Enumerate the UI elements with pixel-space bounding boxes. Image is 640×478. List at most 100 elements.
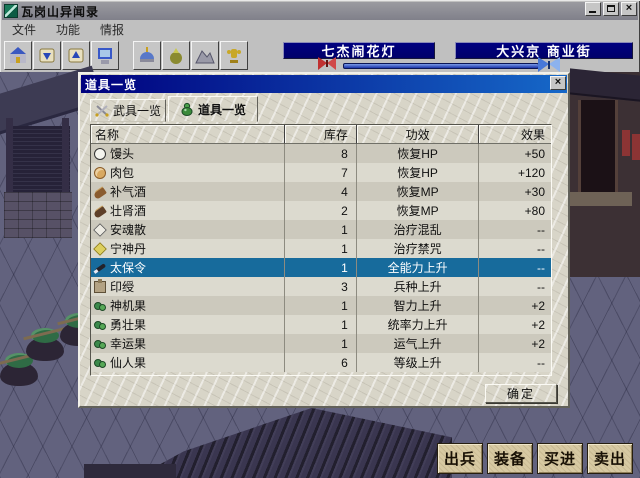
table-row[interactable]: 仙人果 6 等级上升 -- [91, 353, 551, 372]
tab-weapons[interactable]: 武具一览 [90, 99, 166, 122]
game-window: 瓦岗山异闻录 × 文件 功能 情报 七杰闹花灯 大兴京 商业街 道具一览 × 武… [0, 0, 640, 478]
item-effect-cell: 恢复HP [357, 163, 480, 182]
toolbar-scroll-out-button[interactable] [62, 41, 90, 70]
item-value-cell: +2 [531, 317, 546, 332]
shed-interior [8, 126, 70, 198]
item-name-cell: 勇壮果 [91, 315, 286, 334]
item-effect-cell: 恢复HP [357, 144, 480, 163]
toolbar-castle-button[interactable] [4, 41, 32, 70]
fruit-icon [94, 338, 106, 350]
table-row[interactable]: 宁神丹 1 治疗禁咒 -- [91, 239, 551, 258]
dialog-titlebar: 道具一览 [81, 75, 567, 93]
item-stock-cell: 7 [285, 163, 357, 182]
table-row-selected[interactable]: 太保令 1 全能力上升 -- [91, 258, 551, 277]
toolbar-scroll-in-button[interactable] [33, 41, 61, 70]
powder-icon [93, 222, 107, 237]
item-effect-cell: 治疗禁咒 [357, 239, 480, 258]
menu-bar: 文件 功能 情报 [2, 20, 638, 38]
maximize-button[interactable] [603, 2, 619, 16]
item-effect-cell: 等级上升 [357, 353, 480, 372]
meat-bun-icon [94, 166, 106, 179]
vegetable-basket [23, 326, 67, 361]
item-effect-cell: 统率力上升 [357, 315, 480, 334]
brush-token-icon [94, 262, 106, 274]
item-effect-cell: 全能力上升 [357, 258, 480, 277]
shop-doorway [578, 100, 618, 194]
computer-icon [98, 47, 112, 64]
minimize-button[interactable] [585, 2, 601, 16]
item-value-cell: -- [537, 241, 546, 256]
money-bag-icon [170, 47, 182, 64]
item-name-cell: 肉包 [91, 163, 286, 182]
menu-info[interactable]: 情报 [90, 21, 134, 38]
dialog-close-button[interactable]: × [550, 76, 566, 90]
toolbar-mountain-button[interactable] [191, 41, 219, 70]
item-effect-cell: 恢复MP [357, 182, 480, 201]
item-effect-cell: 治疗混乱 [357, 220, 480, 239]
wine-bottle-icon [93, 205, 107, 219]
column-header-value: 效果 [479, 125, 551, 144]
table-row[interactable]: 勇壮果 1 统率力上升 +2 [91, 315, 551, 334]
item-value-cell: -- [537, 279, 546, 294]
dialog-title: 道具一览 [85, 77, 138, 92]
item-name-cell: 仙人果 [91, 353, 286, 372]
sell-button[interactable]: 卖出 [587, 443, 633, 474]
buy-button[interactable]: 买进 [537, 443, 583, 474]
fruit-icon [94, 300, 106, 312]
item-name-cell: 宁神丹 [91, 239, 286, 258]
fruit-icon [94, 357, 106, 369]
table-row[interactable]: 神机果 1 智力上升 +2 [91, 296, 551, 315]
maximize-icon [607, 5, 615, 12]
item-name-cell: 幸运果 [91, 334, 286, 353]
table-row[interactable]: 补气酒 4 恢复MP +30 [91, 182, 551, 201]
shop-banner [622, 130, 630, 156]
item-stock-cell: 1 [285, 315, 357, 334]
table-row[interactable]: 馒头 8 恢复HP +50 [91, 144, 551, 163]
item-stock-cell: 1 [285, 258, 357, 277]
table-row[interactable]: 壮肾酒 2 恢复MP +80 [91, 201, 551, 220]
helmet-icon [140, 46, 154, 62]
gourd-icon [181, 102, 193, 116]
window-titlebar: 瓦岗山异闻录 [2, 2, 638, 20]
column-header-effect: 功效 [356, 125, 480, 144]
item-value-cell: +80 [524, 203, 546, 218]
item-stock-cell: 1 [285, 296, 357, 315]
shed-stone-base [4, 192, 72, 238]
menu-function[interactable]: 功能 [46, 21, 90, 38]
toolbar-money-button[interactable] [162, 41, 190, 70]
ok-button[interactable]: 确定 [485, 384, 557, 403]
item-name-cell: 馒头 [91, 144, 286, 163]
tab-items[interactable]: 道具一览 [168, 96, 258, 122]
menu-file[interactable]: 文件 [2, 21, 46, 38]
table-row[interactable]: 安魂散 1 治疗混乱 -- [91, 220, 551, 239]
wine-bottle-icon [93, 186, 107, 200]
route-bar [343, 63, 539, 69]
deploy-button[interactable]: 出兵 [437, 443, 483, 474]
scroll-up-icon [68, 48, 84, 62]
item-value-cell: +2 [531, 298, 546, 313]
close-button[interactable]: × [621, 2, 637, 16]
window-controls: × [585, 2, 637, 16]
fruit-icon [94, 319, 106, 331]
item-stock-cell: 6 [285, 353, 357, 372]
trophy-icon [227, 48, 241, 63]
tab-weapons-label: 武具一览 [112, 104, 161, 118]
item-stock-cell: 1 [285, 239, 357, 258]
item-stock-cell: 3 [285, 277, 357, 296]
item-stock-cell: 1 [285, 220, 357, 239]
event-banner: 七杰闹花灯 [283, 42, 435, 59]
table-row[interactable]: 肉包 7 恢复HP +120 [91, 163, 551, 182]
item-value-cell: +30 [524, 184, 546, 199]
item-table: 名称 库存 功效 效果 馒头 8 恢复HP +50 肉包 7 恢复HP +120… [90, 124, 552, 376]
toolbar-helmet-button[interactable] [133, 41, 161, 70]
table-row[interactable]: 幸运果 1 运气上升 +2 [91, 334, 551, 353]
item-stock-cell: 2 [285, 201, 357, 220]
toolbar-computer-button[interactable] [91, 41, 119, 70]
shop-step [570, 192, 632, 206]
equip-button[interactable]: 装备 [487, 443, 533, 474]
item-value-cell: +50 [524, 146, 546, 161]
tab-items-label: 道具一览 [197, 102, 246, 117]
shop-front [570, 68, 640, 277]
table-row[interactable]: 印绶 3 兵种上升 -- [91, 277, 551, 296]
toolbar-trophy-button[interactable] [220, 41, 248, 70]
